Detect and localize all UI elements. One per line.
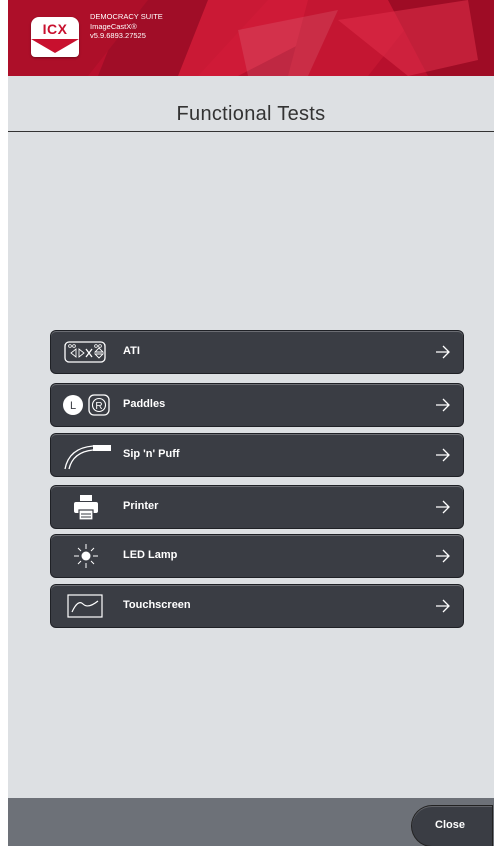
test-label: ATI xyxy=(123,345,140,357)
arrow-right-icon xyxy=(435,397,451,418)
test-label: Touchscreen xyxy=(123,599,191,611)
arrow-right-icon xyxy=(435,548,451,569)
ati-test-button[interactable]: ATI xyxy=(51,331,463,373)
paddles-test-button[interactable]: L R Paddles xyxy=(51,384,463,426)
sip-puff-test-button[interactable]: Sip 'n' Puff xyxy=(51,434,463,476)
printer-test-button[interactable]: Printer xyxy=(51,486,463,528)
logo-text: ICX xyxy=(42,21,68,37)
arrow-right-icon xyxy=(435,598,451,619)
product-name: ImageCastX® xyxy=(90,21,137,31)
title-divider xyxy=(8,131,494,132)
page-title: Functional Tests xyxy=(176,103,326,125)
test-label: LED Lamp xyxy=(123,549,178,561)
version-text: v5.9.6893.27525 xyxy=(90,31,146,40)
arrow-right-icon xyxy=(435,499,451,520)
arrow-right-icon xyxy=(435,447,451,468)
brand-block: DEMOCRACY SUITE ImageCastX® v5.9.6893.27… xyxy=(90,12,163,41)
arrow-right-icon xyxy=(435,344,451,365)
logo-shape xyxy=(31,39,79,53)
svg-text:L: L xyxy=(70,400,76,412)
touchscreen-test-button[interactable]: Touchscreen xyxy=(51,585,463,627)
paddles-icon: L R xyxy=(59,390,111,420)
close-label: Close xyxy=(435,819,465,831)
test-label: Paddles xyxy=(123,398,166,410)
app-header: ICX DEMOCRACY SUITE ImageCastX® v5.9.689… xyxy=(8,0,494,76)
svg-text:R: R xyxy=(95,401,102,412)
close-button[interactable]: Close xyxy=(412,806,492,846)
led-lamp-test-button[interactable]: LED Lamp xyxy=(51,535,463,577)
touchscreen-icon xyxy=(59,591,111,621)
icx-logo: ICX xyxy=(31,17,79,57)
ati-keypad-icon xyxy=(59,337,111,367)
header-pattern xyxy=(8,0,494,76)
brand-name: DEMOCRACY SUITE xyxy=(90,12,163,21)
sip-puff-icon xyxy=(59,440,111,470)
test-label: Sip 'n' Puff xyxy=(123,448,180,460)
led-lamp-icon xyxy=(59,541,111,571)
test-label: Printer xyxy=(123,500,159,512)
app-frame: ICX DEMOCRACY SUITE ImageCastX® v5.9.689… xyxy=(8,0,494,846)
printer-icon xyxy=(59,492,111,522)
